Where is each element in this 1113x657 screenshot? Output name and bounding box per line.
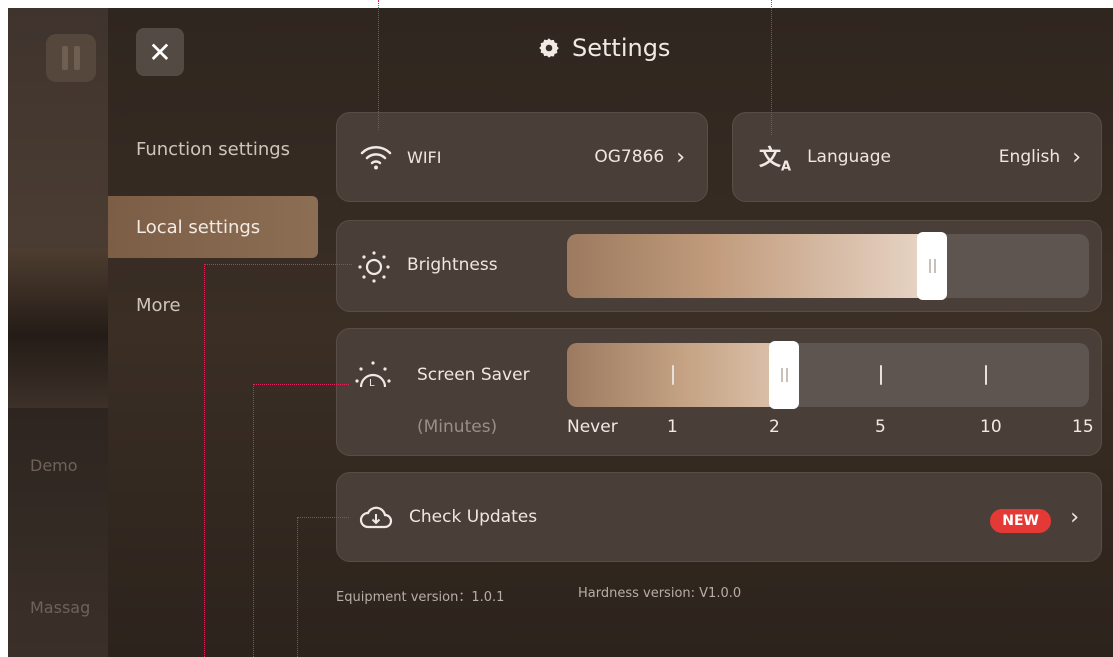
annotation-line-check-updates-drop: [297, 517, 298, 657]
wifi-label: WIFI: [407, 147, 442, 167]
equipment-version: Equipment version：1.0.1: [336, 590, 505, 605]
screen-saver-option-label[interactable]: Never: [567, 417, 618, 437]
screen-saver-card: L Screen Saver (Minutes) Never 1 2 5 10 15: [336, 328, 1102, 456]
annotation-line-check-updates: [297, 517, 349, 518]
brightness-slider[interactable]: [567, 234, 1089, 298]
chevron-right-icon: ›: [676, 144, 685, 170]
cloud-download-icon: [359, 506, 393, 529]
wifi-value: OG7866: [594, 147, 665, 167]
new-badge: NEW: [990, 509, 1051, 533]
screen-saver-slider[interactable]: [567, 343, 1089, 407]
screen-saver-label: Screen Saver: [417, 365, 530, 385]
annotation-line-screen-saver-drop: [253, 384, 254, 657]
close-icon: ✕: [148, 35, 172, 69]
sidebar-item-more[interactable]: More: [108, 274, 318, 336]
screen-saver-option-label[interactable]: 2: [769, 417, 780, 437]
screen-saver-option-label[interactable]: 10: [980, 417, 1002, 437]
brightness-label: Brightness: [407, 255, 498, 275]
brightness-slider-handle[interactable]: [917, 232, 947, 300]
chevron-right-icon: ›: [1072, 144, 1081, 170]
sidebar: Function settings Local settings More: [108, 118, 318, 352]
screen-saver-fill: [567, 343, 784, 407]
wifi-icon: [360, 146, 392, 170]
settings-panel: ✕ Settings Function settings Local setti…: [108, 8, 1113, 657]
screen-saver-tick: [672, 365, 674, 385]
sun-icon: [358, 251, 390, 283]
sidebar-item-function-settings[interactable]: Function settings: [108, 118, 318, 180]
sidebar-item-local-settings[interactable]: Local settings: [108, 196, 318, 258]
check-updates-label: Check Updates: [409, 507, 538, 527]
brightness-fill: [567, 234, 932, 298]
background-label-demo: Demo: [30, 456, 78, 475]
wifi-card[interactable]: WIFI OG7866 ›: [336, 112, 708, 202]
page-title: Settings: [538, 34, 670, 62]
sidebar-item-label: More: [136, 294, 181, 316]
translate-icon: 文A: [759, 145, 792, 175]
svg-text:L: L: [369, 378, 375, 389]
close-button[interactable]: ✕: [136, 28, 184, 76]
language-label: Language: [807, 147, 891, 167]
screen-saver-option-label[interactable]: 1: [667, 417, 678, 437]
sidebar-item-label: Function settings: [136, 138, 291, 160]
hardness-version: Hardness version: V1.0.0: [578, 586, 742, 601]
language-value: English: [998, 147, 1061, 167]
annotation-line-brightness: [204, 264, 352, 265]
annotation-line-language: [771, 0, 772, 135]
screen-saver-tick: [880, 365, 882, 385]
screen-saver-icon: L: [355, 361, 391, 389]
background-image: [8, 248, 108, 408]
chevron-right-icon: ›: [1070, 504, 1079, 530]
annotation-line-screen-saver: [253, 384, 349, 385]
background-label-massage: Massag: [30, 598, 91, 617]
screen-saver-slider-handle[interactable]: [769, 341, 799, 409]
sidebar-item-label: Local settings: [136, 216, 261, 238]
annotation-line-brightness-drop: [204, 264, 205, 657]
device-screen: Demo Massag ✕ Settings Function settings…: [8, 8, 1113, 657]
screen-saver-tick: [985, 365, 987, 385]
screen-saver-unit: (Minutes): [417, 417, 498, 437]
language-card[interactable]: 文A Language English ›: [732, 112, 1102, 202]
gear-icon: [539, 38, 559, 58]
brightness-card: Brightness: [336, 220, 1102, 312]
check-updates-card[interactable]: Check Updates NEW ›: [336, 472, 1102, 562]
screen-saver-option-label[interactable]: 15: [1072, 417, 1094, 437]
pause-icon: [46, 34, 96, 82]
annotation-line-wifi: [378, 0, 379, 130]
background-app: Demo Massag: [8, 8, 108, 657]
screen-saver-option-label[interactable]: 5: [875, 417, 886, 437]
title-text: Settings: [572, 34, 671, 62]
